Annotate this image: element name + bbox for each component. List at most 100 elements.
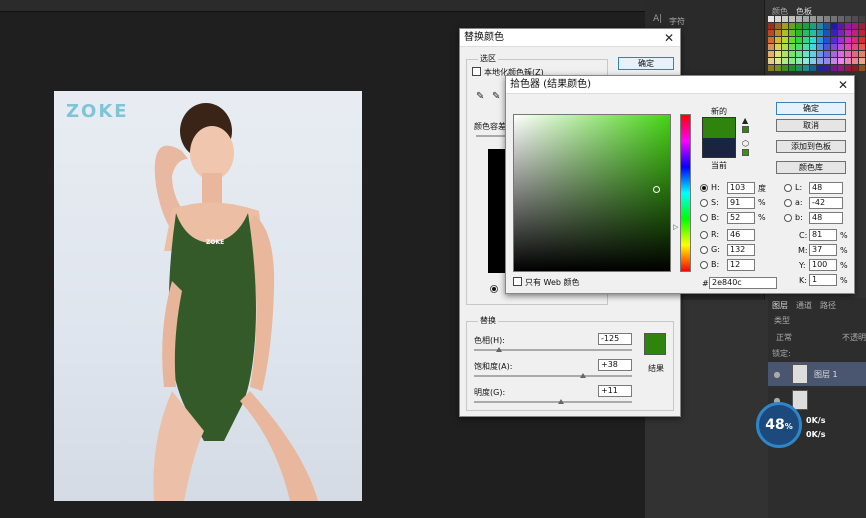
close-icon[interactable]: ✕ [838,78,848,92]
s-input[interactable]: 91 [727,197,755,209]
swatch-cell[interactable] [796,65,802,71]
r-radio[interactable] [700,231,708,239]
selection-radio[interactable] [490,285,498,293]
swatch-cell[interactable] [859,37,865,43]
swatch-cell[interactable] [838,30,844,36]
swatch-cell[interactable] [803,65,809,71]
swatch-cell[interactable] [824,44,830,50]
color-libraries-button[interactable]: 颜色库 [776,161,846,174]
swatch-cell[interactable] [810,51,816,57]
swatch-cell[interactable] [817,37,823,43]
b-input[interactable]: 52 [727,212,755,224]
hue-slider-left-arrow[interactable]: ▷ [673,223,678,231]
blue-radio[interactable] [700,261,708,269]
layer-row-1[interactable]: ● 图层 1 [768,362,866,386]
swatch-cell[interactable] [824,23,830,29]
swatch-cell[interactable] [817,16,823,22]
swatch-cell[interactable] [775,16,781,22]
swatch-cell[interactable] [838,44,844,50]
swatch-cell[interactable] [782,58,788,64]
swatch-cell[interactable] [831,65,837,71]
k-input[interactable]: 1 [809,274,837,286]
swatch-cell[interactable] [845,23,851,29]
swatch-cell[interactable] [824,16,830,22]
hue-input[interactable]: -125 [598,333,632,345]
blue-input[interactable]: 12 [727,259,755,271]
out-of-gamut-warning-icon[interactable]: ▲ [742,116,748,125]
layer-name[interactable]: 图层 1 [814,369,838,380]
swatch-cell[interactable] [817,65,823,71]
swatch-cell[interactable] [817,44,823,50]
saturation-input[interactable]: +38 [598,359,632,371]
saturation-slider[interactable] [474,375,632,377]
character-panel-icon[interactable]: A| [653,14,662,24]
swatch-cell[interactable] [831,44,837,50]
swatch-cell[interactable] [789,44,795,50]
swatch-cell[interactable] [796,44,802,50]
swatch-cell[interactable] [803,37,809,43]
swatch-cell[interactable] [775,37,781,43]
b-radio[interactable] [700,214,708,222]
l-radio[interactable] [784,184,792,192]
s-radio[interactable] [700,199,708,207]
color-field[interactable] [513,114,671,272]
swatch-cell[interactable] [824,51,830,57]
swatch-cell[interactable] [768,44,774,50]
swatch-cell[interactable] [852,51,858,57]
swatch-cell[interactable] [817,51,823,57]
eye-icon[interactable]: ● [772,370,782,379]
swatch-cell[interactable] [852,23,858,29]
swatch-cell[interactable] [803,51,809,57]
swatch-cell[interactable] [845,16,851,22]
web-only-checkbox[interactable] [513,277,522,286]
hue-spectrum-bar[interactable] [680,114,691,272]
l-input[interactable]: 48 [809,182,843,194]
swatch-cell[interactable] [775,30,781,36]
c-input[interactable]: 81 [809,229,837,241]
swatch-cell[interactable] [768,58,774,64]
swatch-cell[interactable] [775,58,781,64]
swatch-cell[interactable] [810,58,816,64]
result-swatch[interactable] [644,333,666,355]
swatch-cell[interactable] [817,30,823,36]
cancel-button[interactable]: 取消 [776,119,846,132]
lightness-input[interactable]: +11 [598,385,632,397]
lightness-slider[interactable] [474,401,632,403]
swatch-cell[interactable] [838,16,844,22]
swatch-cell[interactable] [803,30,809,36]
swatch-cell[interactable] [789,37,795,43]
swatch-cell[interactable] [775,44,781,50]
swatch-cell[interactable] [803,16,809,22]
tab-channels[interactable]: 通道 [796,300,812,311]
swatch-cell[interactable] [789,51,795,57]
eyedropper-plus-icon[interactable]: ✎ [492,91,500,102]
eyedropper-icon[interactable]: ✎ [476,91,484,102]
swatch-cell[interactable] [803,44,809,50]
swatch-cell[interactable] [831,37,837,43]
saturation-slider-knob[interactable] [580,373,586,378]
swatch-cell[interactable] [838,65,844,71]
swatch-cell[interactable] [852,30,858,36]
swatch-cell[interactable] [845,44,851,50]
swatch-cell[interactable] [852,16,858,22]
hex-input[interactable]: 2e840c [709,277,777,289]
tab-paths[interactable]: 路径 [820,300,836,311]
swatch-cell[interactable] [824,37,830,43]
lab-b-input[interactable]: 48 [809,212,843,224]
swatch-cell[interactable] [859,51,865,57]
swatch-cell[interactable] [768,37,774,43]
a-input[interactable]: -42 [809,197,843,209]
swatch-cell[interactable] [803,23,809,29]
g-radio[interactable] [700,246,708,254]
swatch-cell[interactable] [768,23,774,29]
swatch-cell[interactable] [789,23,795,29]
swatch-cell[interactable] [852,65,858,71]
swatch-cell[interactable] [817,58,823,64]
swatch-cell[interactable] [831,23,837,29]
swatch-cell[interactable] [852,44,858,50]
swatch-cell[interactable] [845,51,851,57]
swatch-cell[interactable] [789,65,795,71]
swatch-cell[interactable] [768,65,774,71]
swatch-cell[interactable] [789,58,795,64]
m-input[interactable]: 37 [809,244,837,256]
